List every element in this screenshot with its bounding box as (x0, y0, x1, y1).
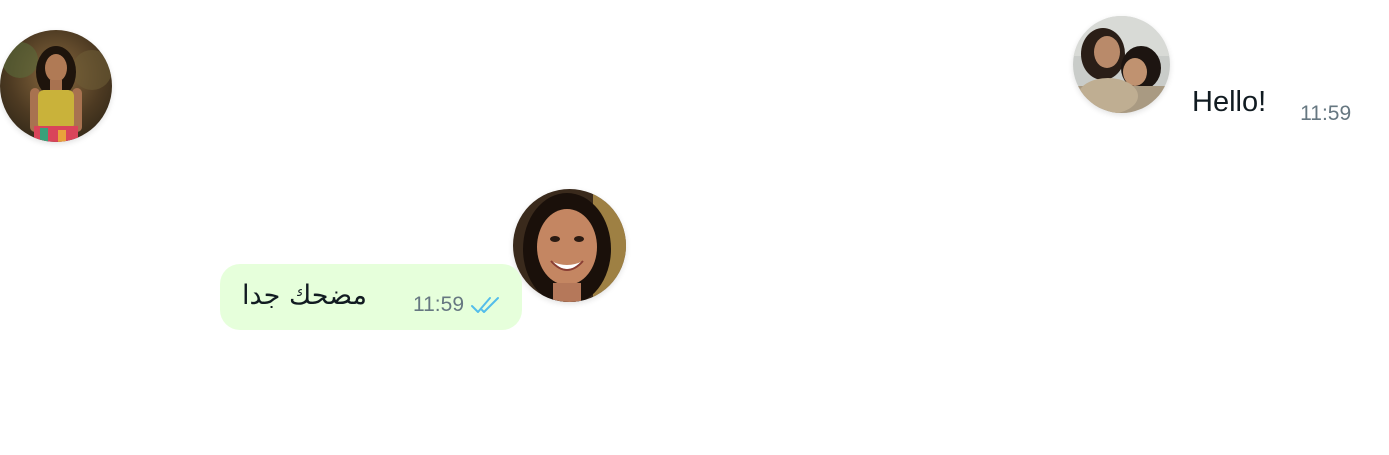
contact-avatar[interactable] (513, 189, 626, 302)
contact-avatar[interactable] (1073, 16, 1170, 113)
user-avatar-icon (513, 189, 626, 302)
message-timestamp: 11:59 (413, 293, 464, 316)
message-text: Hello! (1192, 85, 1267, 118)
contact-avatar[interactable] (0, 30, 112, 142)
chat-canvas: Hello! 11:59 مضحك جدا 11:59 (0, 0, 1389, 455)
message-meta: 11:59 (413, 294, 502, 315)
double-check-read-icon (471, 296, 499, 313)
message-text: مضحك جدا (242, 280, 368, 311)
user-avatar-icon (0, 30, 112, 142)
user-avatar-icon (1073, 16, 1170, 113)
message-timestamp: 11:59 (1300, 101, 1352, 125)
incoming-message[interactable]: Hello! 11:59 (1192, 78, 1351, 126)
outgoing-message-bubble[interactable]: مضحك جدا 11:59 (220, 264, 522, 330)
